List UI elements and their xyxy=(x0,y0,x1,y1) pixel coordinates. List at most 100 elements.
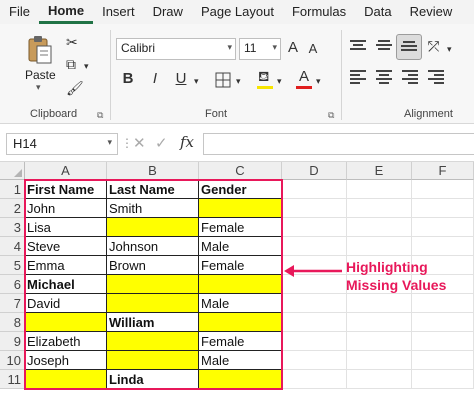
cell-d8[interactable] xyxy=(282,313,347,332)
cell-a4[interactable]: Steve xyxy=(25,237,107,256)
paste-icon[interactable] xyxy=(26,34,54,66)
column-header-d[interactable]: D xyxy=(282,162,347,180)
menu-data[interactable]: Data xyxy=(355,0,400,24)
row-header-8[interactable]: 8 xyxy=(0,313,25,332)
align-top-icon[interactable] xyxy=(350,40,366,54)
row-header-11[interactable]: 11 xyxy=(0,370,25,389)
increase-font-button[interactable]: A xyxy=(285,39,301,57)
row-header-6[interactable]: 6 xyxy=(0,275,25,294)
underline-button[interactable]: U xyxy=(173,70,189,88)
cell-e10[interactable] xyxy=(347,351,412,370)
cell-d11[interactable] xyxy=(282,370,347,389)
align-left-icon[interactable] xyxy=(350,70,366,84)
column-header-b[interactable]: B xyxy=(107,162,199,180)
cell-f3[interactable] xyxy=(412,218,474,237)
orientation-icon[interactable]: ⤱ xyxy=(428,38,439,54)
cell-a3[interactable]: Lisa xyxy=(25,218,107,237)
cell-f9[interactable] xyxy=(412,332,474,351)
cell-e9[interactable] xyxy=(347,332,412,351)
insert-function-icon[interactable]: fx xyxy=(180,133,194,151)
cell-b1[interactable]: Last Name xyxy=(107,180,199,199)
cancel-icon[interactable]: ✕ xyxy=(133,134,146,152)
cell-e8[interactable] xyxy=(347,313,412,332)
cell-d3[interactable] xyxy=(282,218,347,237)
row-header-9[interactable]: 9 xyxy=(0,332,25,351)
row-header-3[interactable]: 3 xyxy=(0,218,25,237)
align-right-icon[interactable] xyxy=(402,70,418,84)
row-header-10[interactable]: 10 xyxy=(0,351,25,370)
cell-a11[interactable] xyxy=(25,370,107,389)
cell-d2[interactable] xyxy=(282,199,347,218)
chevron-down-icon[interactable]: ▾ xyxy=(194,73,199,89)
chevron-down-icon[interactable]: ▾ xyxy=(36,82,41,93)
align-middle-icon[interactable] xyxy=(376,40,392,54)
cell-c10[interactable]: Male xyxy=(199,351,282,370)
cell-f1[interactable] xyxy=(412,180,474,199)
menu-home[interactable]: Home xyxy=(38,0,94,24)
row-header-4[interactable]: 4 xyxy=(0,237,25,256)
cell-b6[interactable] xyxy=(107,275,199,294)
column-header-e[interactable]: E xyxy=(347,162,412,180)
cell-c9[interactable]: Female xyxy=(199,332,282,351)
more-icon[interactable]: ⋮ xyxy=(121,136,133,150)
cell-c2[interactable] xyxy=(199,199,282,218)
formula-input[interactable] xyxy=(203,133,474,155)
row-header-1[interactable]: 1 xyxy=(0,180,25,199)
cell-b4[interactable]: Johnson xyxy=(107,237,199,256)
row-header-2[interactable]: 2 xyxy=(0,199,25,218)
font-size-combo[interactable]: 11 ▾ xyxy=(239,38,281,60)
cell-d10[interactable] xyxy=(282,351,347,370)
menu-page-layout[interactable]: Page Layout xyxy=(192,0,283,24)
cell-e1[interactable] xyxy=(347,180,412,199)
chevron-down-icon[interactable]: ▾ xyxy=(236,73,241,89)
cell-a8[interactable] xyxy=(25,313,107,332)
chevron-down-icon[interactable]: ▾ xyxy=(277,73,282,89)
cell-b2[interactable]: Smith xyxy=(107,199,199,218)
font-name-combo[interactable]: Calibri ▾ xyxy=(116,38,236,60)
font-color-button[interactable]: A xyxy=(297,68,311,86)
cell-d9[interactable] xyxy=(282,332,347,351)
italic-button[interactable]: I xyxy=(147,70,163,88)
cell-f11[interactable] xyxy=(412,370,474,389)
cell-e2[interactable] xyxy=(347,199,412,218)
format-painter-icon[interactable]: 🖌 xyxy=(66,80,84,96)
menu-formulas[interactable]: Formulas xyxy=(283,0,355,24)
cell-b10[interactable] xyxy=(107,351,199,370)
cell-c5[interactable]: Female xyxy=(199,256,282,275)
menu-draw[interactable]: Draw xyxy=(144,0,192,24)
cut-icon[interactable]: ✂ xyxy=(66,34,78,50)
chevron-down-icon[interactable]: ▾ xyxy=(316,73,321,89)
cell-a9[interactable]: Elizabeth xyxy=(25,332,107,351)
menu-review[interactable]: Review xyxy=(401,0,462,24)
font-launcher-icon[interactable]: ⧉ xyxy=(328,110,334,121)
cell-a6[interactable]: Michael xyxy=(25,275,107,294)
column-header-c[interactable]: C xyxy=(199,162,282,180)
cell-b11[interactable]: Linda xyxy=(107,370,199,389)
cell-b3[interactable] xyxy=(107,218,199,237)
fill-color-icon[interactable]: ⛾ xyxy=(258,68,269,84)
cell-d7[interactable] xyxy=(282,294,347,313)
column-header-f[interactable]: F xyxy=(412,162,474,180)
paste-button[interactable]: Paste xyxy=(25,68,56,82)
align-center-icon[interactable] xyxy=(376,70,392,84)
clipboard-launcher-icon[interactable]: ⧉ xyxy=(97,110,103,121)
select-all-button[interactable] xyxy=(0,162,25,180)
cell-c4[interactable]: Male xyxy=(199,237,282,256)
cell-f7[interactable] xyxy=(412,294,474,313)
copy-icon[interactable]: ⧉ xyxy=(66,56,76,72)
cell-a5[interactable]: Emma xyxy=(25,256,107,275)
cell-a2[interactable]: John xyxy=(25,199,107,218)
cell-e3[interactable] xyxy=(347,218,412,237)
cell-f8[interactable] xyxy=(412,313,474,332)
chevron-down-icon[interactable]: ▾ xyxy=(84,58,89,74)
chevron-down-icon[interactable]: ▾ xyxy=(447,41,452,57)
enter-icon[interactable]: ✓ xyxy=(155,134,168,152)
column-header-a[interactable]: A xyxy=(25,162,107,180)
cell-f10[interactable] xyxy=(412,351,474,370)
cell-c3[interactable]: Female xyxy=(199,218,282,237)
cell-b8[interactable]: William xyxy=(107,313,199,332)
name-box[interactable]: H14 ▾ xyxy=(6,133,118,155)
cell-b5[interactable]: Brown xyxy=(107,256,199,275)
cell-e4[interactable] xyxy=(347,237,412,256)
cell-a7[interactable]: David xyxy=(25,294,107,313)
